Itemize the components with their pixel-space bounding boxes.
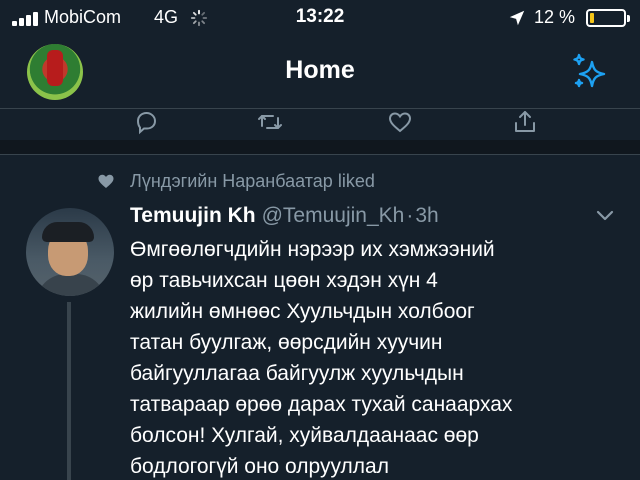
tweet-header: Temuujin Kh @Temuujin_Kh·3h [130, 204, 439, 232]
reply-icon[interactable] [132, 108, 160, 136]
tweet-text-line: өр тавьчихсан цөөн хэдэн хүн 4 [130, 269, 438, 292]
tweet-text-line: татан буулгаж, өөрсдийн хуучин [130, 331, 443, 354]
tweet-text-line: Өмгөөлөгчдийн нэрээр их хэмжээний [130, 238, 495, 261]
share-icon[interactable] [511, 108, 539, 136]
tweet-separator [0, 140, 640, 154]
retweet-icon[interactable] [256, 108, 284, 136]
heart-icon [98, 174, 114, 188]
sparkle-icon[interactable] [570, 52, 612, 94]
chevron-down-icon[interactable] [594, 208, 616, 224]
tweet-text-line: байгууллагаа байгуулж хуульчдын [130, 362, 464, 385]
author-avatar[interactable] [26, 208, 114, 296]
battery-level-fill [590, 13, 594, 23]
thread-line [67, 302, 71, 480]
meta-separator: · [406, 204, 414, 227]
tweet-text-line: татвараар өрөө дарах тухай санаархах [130, 393, 513, 416]
tweet-text-line: болсон! Хулгай, хуйвалдаанаас өөр [130, 424, 479, 447]
tweet-text: Өмгөөлөгчдийн нэрээр их хэмжээний өр тав… [130, 234, 630, 480]
tweet-divider [0, 154, 640, 155]
top-app-bar: Home [0, 36, 640, 108]
battery-percentage: 12 % [534, 7, 576, 27]
battery-icon [586, 9, 630, 27]
tweet-text-line: бодлогогүй оно олрууллал [130, 455, 389, 478]
social-context: Лүндэгийн Наранбаатар liked [0, 168, 640, 194]
author-name[interactable]: Temuujin Kh [130, 204, 256, 227]
location-arrow-icon [509, 10, 525, 26]
author-handle[interactable]: @Temuujin_Kh [262, 204, 405, 227]
previous-tweet-actions [0, 104, 640, 138]
tweet-time[interactable]: 3h [415, 204, 438, 227]
social-context-text: Лүндэгийн Наранбаатар liked [130, 171, 375, 191]
tweet-text-line: жилийн өмнөөс Хуульчдын холбоог [130, 300, 475, 323]
page-title: Home [285, 56, 355, 84]
like-icon[interactable] [386, 108, 414, 136]
status-bar: MobiCom 4G 13:22 12 % [0, 0, 640, 36]
